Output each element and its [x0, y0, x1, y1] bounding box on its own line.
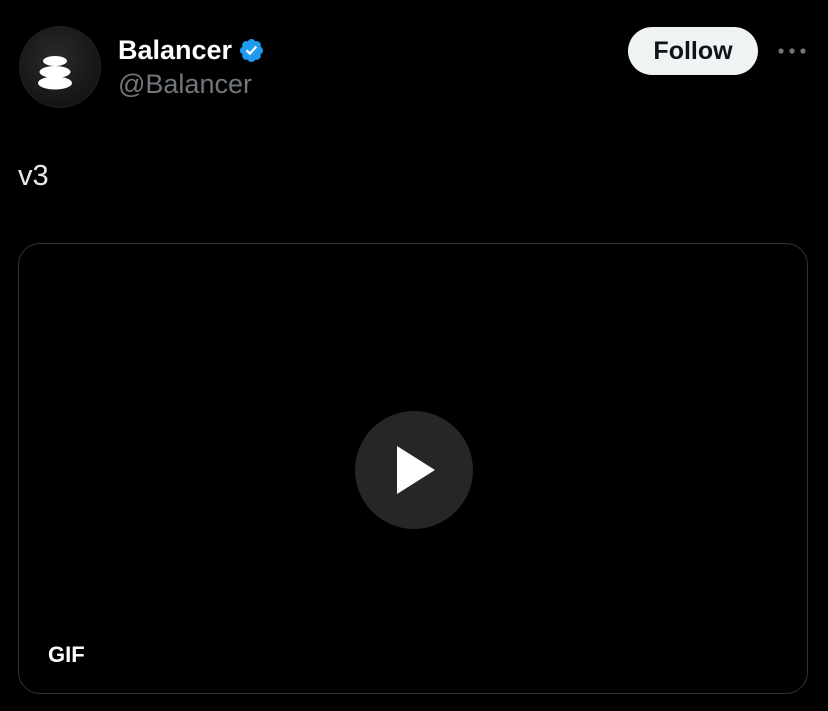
tweet-text: v3 [18, 160, 49, 192]
author-display-name[interactable]: Balancer [118, 33, 232, 67]
gif-badge: GIF [48, 642, 85, 667]
play-button[interactable] [355, 411, 473, 529]
author-name-row[interactable]: Balancer [118, 33, 265, 67]
author-handle[interactable]: @Balancer [118, 68, 252, 100]
media-gif-player[interactable]: GIF [18, 243, 808, 694]
avatar[interactable] [19, 26, 101, 108]
more-horizontal-icon[interactable] [776, 40, 808, 62]
play-icon [397, 446, 435, 494]
follow-button[interactable]: Follow [628, 27, 758, 75]
verified-badge-icon [240, 38, 264, 62]
balancer-logo-icon [38, 56, 72, 90]
